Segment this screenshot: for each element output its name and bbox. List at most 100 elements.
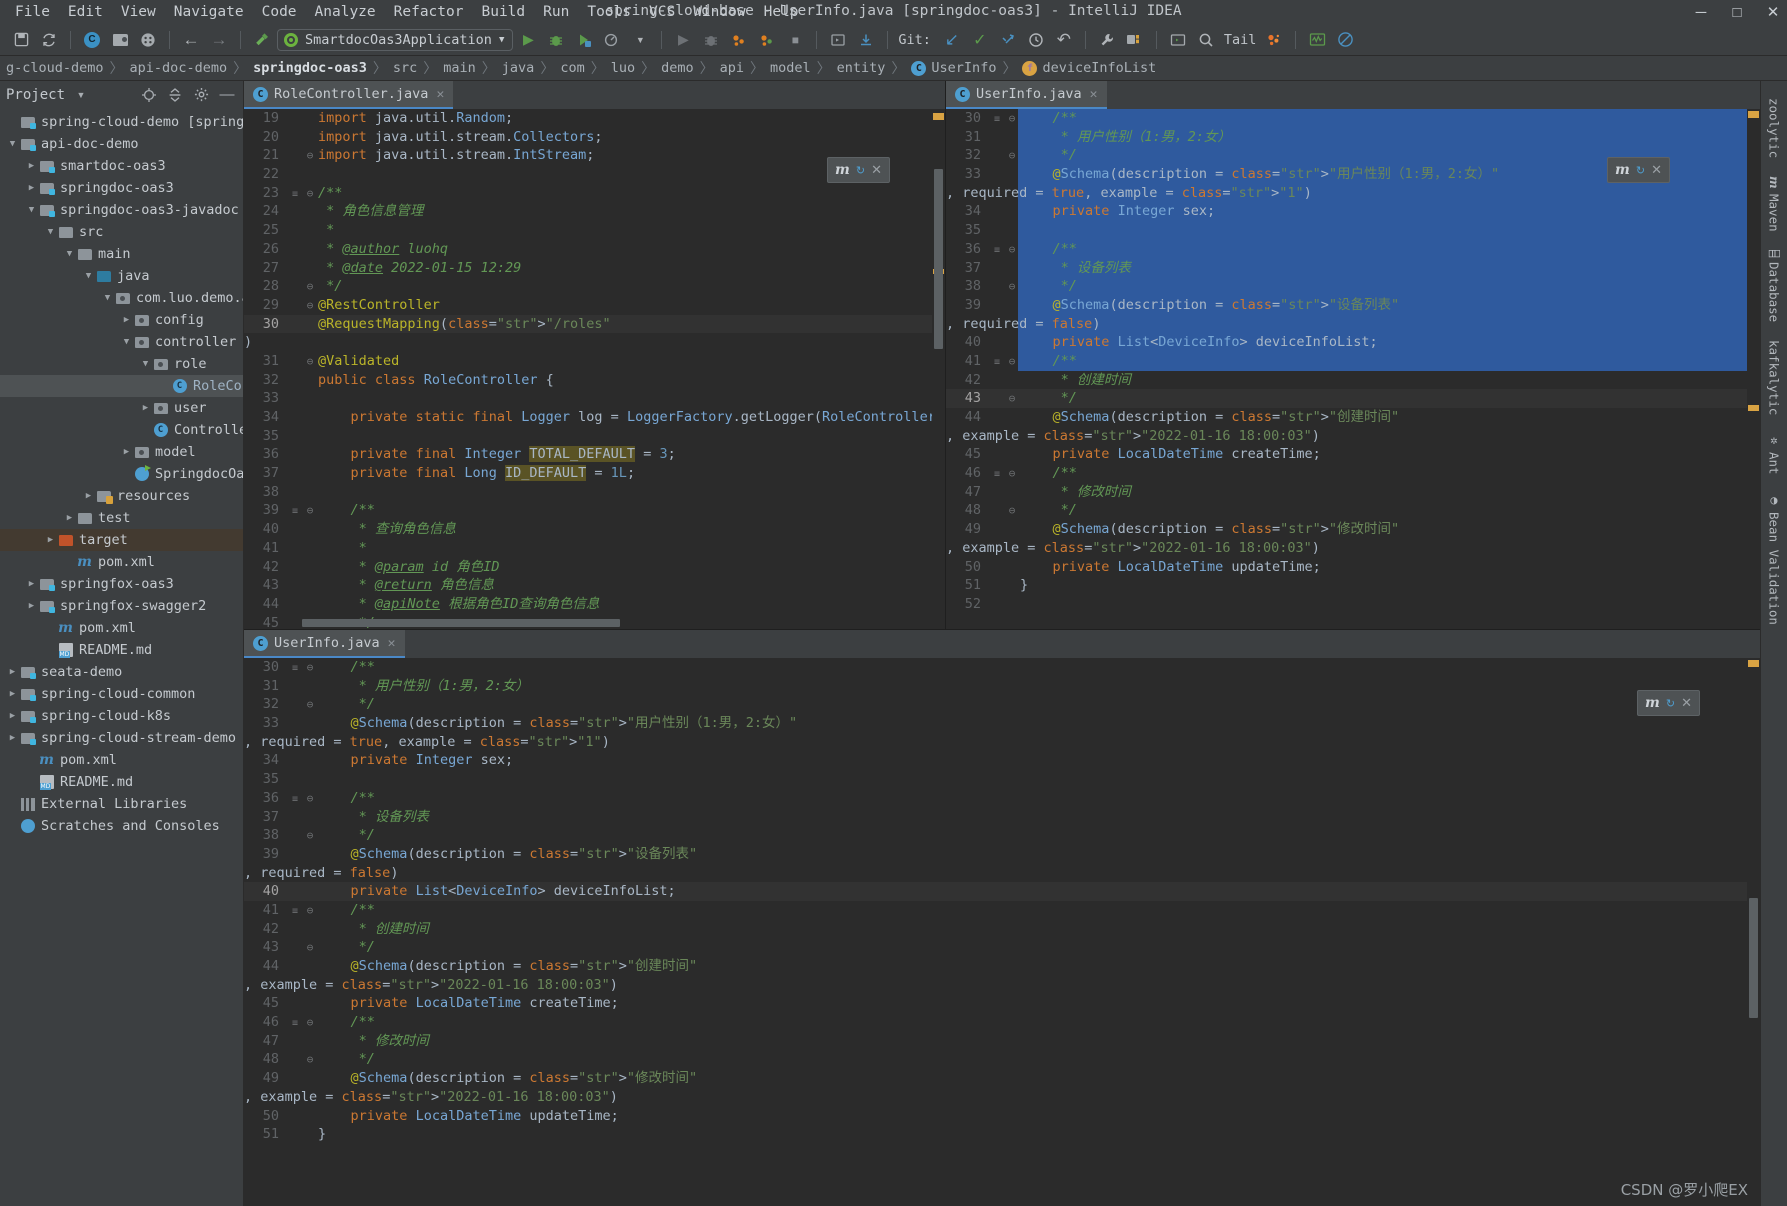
- scroll-thumb[interactable]: [934, 169, 943, 349]
- close-icon[interactable]: ✕: [1681, 695, 1692, 711]
- tree-item-role[interactable]: ▼ role: [0, 353, 243, 375]
- chevron-right-icon[interactable]: ▶: [6, 689, 19, 699]
- reload-icon[interactable]: ↻: [856, 164, 865, 177]
- tree-item-resources[interactable]: ▶ resources: [0, 485, 243, 507]
- tree-item-readme-md[interactable]: README.md: [0, 771, 243, 793]
- menu-item-build[interactable]: Build: [472, 2, 534, 22]
- tool-tab-bean-validation[interactable]: ◑ Bean Validation: [1767, 484, 1782, 634]
- reload-icon[interactable]: ↻: [1636, 164, 1645, 177]
- tree-item-main[interactable]: ▼ main: [0, 243, 243, 265]
- tree-item-pom-xml[interactable]: m pom.xml: [0, 617, 243, 639]
- chevron-down-icon[interactable]: ▼: [101, 293, 114, 303]
- tail-label[interactable]: Tail: [1224, 32, 1257, 48]
- chevron-right-icon[interactable]: ▶: [120, 447, 133, 457]
- tool-tab-maven[interactable]: m Maven: [1767, 167, 1782, 240]
- chevron-down-icon[interactable]: ▼: [499, 35, 504, 45]
- maximize-icon[interactable]: □: [1729, 4, 1745, 21]
- breadcrumb-item-8[interactable]: demo: [655, 60, 700, 76]
- tree-item-pom-xml[interactable]: m pom.xml: [0, 749, 243, 771]
- marker-warning-2[interactable]: [1748, 405, 1759, 411]
- run-gray-icon[interactable]: ▶: [670, 27, 696, 53]
- tree-item-test[interactable]: ▶ test: [0, 507, 243, 529]
- tree-item-springdoc-oas3[interactable]: ▶ springdoc-oas3: [0, 177, 243, 199]
- breadcrumb-item-6[interactable]: com: [554, 60, 590, 76]
- tree-item-spring-cloud-stream-demo[interactable]: ▶ spring-cloud-stream-demo: [0, 727, 243, 749]
- tree-item-springdocoas[interactable]: SpringdocOas: [0, 463, 243, 485]
- chevron-right-icon[interactable]: ▶: [6, 667, 19, 677]
- settings-gear-icon[interactable]: [191, 85, 211, 105]
- modules-icon[interactable]: [135, 27, 161, 53]
- history-icon[interactable]: [1023, 27, 1049, 53]
- locate-icon[interactable]: [139, 85, 159, 105]
- chevron-down-icon[interactable]: ▼: [120, 337, 133, 347]
- menu-item-file[interactable]: File: [6, 2, 59, 22]
- commit-icon[interactable]: ✓: [967, 27, 993, 53]
- run-coverage-icon[interactable]: [571, 27, 597, 53]
- breadcrumb-item-5[interactable]: java: [496, 60, 541, 76]
- menu-item-run[interactable]: Run: [534, 2, 578, 22]
- tree-item-api-doc-demo[interactable]: ▼ api-doc-demo: [0, 133, 243, 155]
- tab-userinfo-bottom[interactable]: C UserInfo.java ✕: [244, 630, 405, 658]
- menu-item-analyze[interactable]: Analyze: [306, 2, 385, 22]
- collapse-all-icon[interactable]: [165, 85, 185, 105]
- chevron-right-icon[interactable]: ▶: [120, 315, 133, 325]
- tree-item-com-luo-demo-ap[interactable]: ▼ com.luo.demo.ap: [0, 287, 243, 309]
- chevron-right-icon[interactable]: ▶: [44, 535, 57, 545]
- menu-item-refactor[interactable]: Refactor: [385, 2, 473, 22]
- menu-item-window[interactable]: Window: [684, 2, 754, 22]
- wrench-icon[interactable]: [1094, 27, 1120, 53]
- tree-item-springdoc-oas3-javadoc[interactable]: ▼ springdoc-oas3-javadoc: [0, 199, 243, 221]
- profiler-icon[interactable]: [754, 27, 780, 53]
- menu-item-help[interactable]: Help: [755, 2, 808, 22]
- run-configuration-selector[interactable]: SmartdocOas3Application ▼: [277, 28, 514, 51]
- chevron-down-icon[interactable]: ▼: [139, 359, 152, 369]
- tool-tab-kafkalytic[interactable]: kafkalytic: [1767, 331, 1782, 424]
- tree-item-controlle[interactable]: C Controlle: [0, 419, 243, 441]
- tree-item-java[interactable]: ▼ java: [0, 265, 243, 287]
- hide-icon[interactable]: —: [217, 85, 237, 105]
- sync-icon[interactable]: [36, 27, 62, 53]
- tree-item-spring-cloud-demo-spring-cloud[interactable]: spring-cloud-demo [spring-cloud-: [0, 111, 243, 133]
- tree-item-scratches-and-consoles[interactable]: Scratches and Consoles: [0, 815, 243, 837]
- chevron-right-icon[interactable]: ▶: [6, 733, 19, 743]
- tool-tab-zoolytic[interactable]: zoolytic: [1767, 89, 1782, 167]
- tail-icon[interactable]: [1261, 27, 1287, 53]
- tree-item-user[interactable]: ▶ user: [0, 397, 243, 419]
- tree-item-config[interactable]: ▶ config: [0, 309, 243, 331]
- breadcrumb-item-9[interactable]: api: [714, 60, 750, 76]
- menu-item-edit[interactable]: Edit: [59, 2, 112, 22]
- breadcrumb-item-13[interactable]: f deviceInfoList: [1016, 60, 1162, 76]
- breadcrumb-item-0[interactable]: g-cloud-demo: [0, 60, 110, 76]
- class-icon[interactable]: C: [79, 27, 105, 53]
- menu-item-tools[interactable]: Tools: [578, 2, 640, 22]
- chevron-right-icon[interactable]: ▶: [25, 579, 38, 589]
- debug-gray-icon[interactable]: [698, 27, 724, 53]
- tree-item-spring-cloud-k8s[interactable]: ▶ spring-cloud-k8s: [0, 705, 243, 727]
- chevron-right-icon[interactable]: ▶: [82, 491, 95, 501]
- rollback-icon[interactable]: ↶: [1051, 27, 1077, 53]
- debug-icon[interactable]: [543, 27, 569, 53]
- tool-tab-ant[interactable]: ✲ Ant: [1767, 424, 1782, 484]
- download-icon[interactable]: [853, 27, 879, 53]
- search-icon[interactable]: [1193, 27, 1219, 53]
- tree-item-external-libraries[interactable]: External Libraries: [0, 793, 243, 815]
- back-icon[interactable]: ←: [178, 27, 204, 53]
- chevron-down-icon[interactable]: ▼: [44, 227, 57, 237]
- editor-scrollbar-right[interactable]: [1747, 109, 1760, 629]
- tool-tab-database[interactable]: ⌸ Database: [1767, 241, 1782, 331]
- menu-item-view[interactable]: View: [112, 2, 165, 22]
- close-icon[interactable]: ✕: [1765, 3, 1781, 21]
- chevron-right-icon[interactable]: ▶: [139, 403, 152, 413]
- marker-warning[interactable]: [933, 113, 944, 120]
- close-icon[interactable]: ✕: [436, 87, 444, 102]
- project-structure-icon[interactable]: [1122, 27, 1148, 53]
- build-hammer-icon[interactable]: [249, 27, 275, 53]
- profile-icon[interactable]: [599, 27, 625, 53]
- chevron-right-icon[interactable]: ▶: [6, 711, 19, 721]
- tree-item-springfox-oas3[interactable]: ▶ springfox-oas3: [0, 573, 243, 595]
- close-icon[interactable]: ✕: [871, 162, 882, 178]
- breadcrumb-item-3[interactable]: src: [387, 60, 423, 76]
- tree-item-seata-demo[interactable]: ▶ seata-demo: [0, 661, 243, 683]
- tree-item-readme-md[interactable]: README.md: [0, 639, 243, 661]
- editor-scrollbar-left[interactable]: [932, 109, 945, 629]
